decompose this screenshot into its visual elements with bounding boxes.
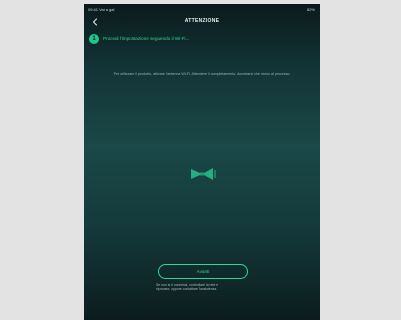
chevron-left-icon: [92, 18, 98, 26]
page-title: ATTENZIONE: [184, 18, 220, 24]
help-hint-line-2: riprovare, oppure contattare l'assistenz…: [156, 287, 218, 292]
phone-screen: 09:41 Vai a gal 82% ATTENZIONE 1 Procedi…: [84, 4, 320, 320]
status-bar: 09:41 Vai a gal 82%: [84, 4, 320, 14]
step-indicator: 1 Procedi l'impostazione seguendo il Wi-…: [89, 34, 289, 46]
help-hint: Se non si è connessi, controllare la ret…: [156, 283, 252, 291]
next-button[interactable]: Avanti: [158, 264, 248, 279]
back-button[interactable]: [90, 17, 100, 27]
step-number-badge: 1: [89, 34, 99, 44]
app-frame: 09:41 Vai a gal 82% ATTENZIONE 1 Procedi…: [0, 0, 401, 320]
status-bar-battery: 82%: [306, 7, 315, 12]
nav-bar: ATTENZIONE: [84, 14, 320, 30]
status-bar-left: 09:41 Vai a gal: [88, 7, 115, 12]
speaker-wave-icon: [188, 166, 218, 182]
step-text: Procedi l'impostazione seguendo il Wi-Fi…: [103, 36, 190, 41]
instruction-text: Per utilizzare il prodotto, attivare l'a…: [113, 72, 291, 76]
